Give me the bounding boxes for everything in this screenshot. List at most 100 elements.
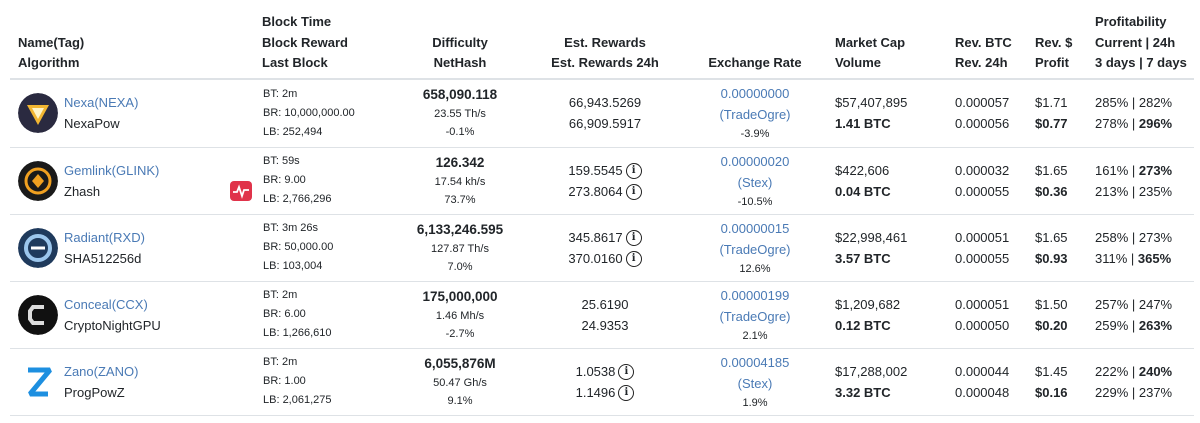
header-exchange[interactable]: Exchange Rate <box>680 8 830 80</box>
market-cell: $17,288,002 3.32 BTC <box>830 348 955 416</box>
difficulty-value: 6,055,876M <box>424 355 496 371</box>
rate-change: -3.9% <box>740 128 770 140</box>
header-revusd[interactable]: Rev. $ Profit <box>1035 8 1095 80</box>
coin-profitability-table: Name(Tag) Algorithm Block Time Block Rewar… <box>10 8 1194 416</box>
profitability-cell: 258% | 273% 311% | 365% <box>1095 214 1194 282</box>
est-reward: 1.0538 <box>575 363 616 379</box>
rev-usd: $1.45 <box>1035 363 1068 379</box>
coin-link[interactable]: Radiant(RXD) <box>64 227 250 248</box>
coin-row[interactable]: Nexa(NEXA) NexaPow BT: 2m BR: 10,000,000.… <box>10 78 1194 148</box>
difficulty-cell: 6,055,876M 50.47 Gh/s 9.1% <box>390 348 530 416</box>
nethash-value: 23.55 Th/s <box>434 108 486 120</box>
prof-24h: 282% <box>1138 95 1173 110</box>
zano-logo <box>20 363 56 400</box>
difficulty-cell: 6,133,246.595 127.87 Th/s 7.0% <box>390 214 530 282</box>
prof-7d: 237% <box>1138 384 1173 400</box>
coin-link[interactable]: Conceal(CCX) <box>64 294 250 315</box>
rewards-cell: 159.5545 i 273.8064 i <box>530 147 680 215</box>
algorithm-label: ProgPowZ <box>64 384 125 400</box>
rev-usd-cell: $1.65 $0.36 <box>1035 147 1095 215</box>
nexa-logo <box>18 92 58 133</box>
coin-name-cell: Zano(ZANO) ProgPowZ <box>10 348 250 416</box>
rev-usd-cell: $1.45 $0.16 <box>1035 348 1095 416</box>
info-icon[interactable]: i <box>625 163 642 180</box>
exchange-cell: 0.00000020 (Stex) -10.5% <box>680 147 830 215</box>
exchange-rate-link[interactable]: 0.00000015 <box>680 218 830 239</box>
block-reward: BR: 50,000.00 <box>263 241 334 253</box>
info-icon[interactable]: i <box>625 251 642 268</box>
difficulty-value: 175,000,000 <box>422 288 498 304</box>
exchange-rate-link[interactable]: 0.00004185 <box>680 352 830 373</box>
block-reward: BR: 6.00 <box>263 308 306 320</box>
market-cap: $1,209,682 <box>835 296 901 312</box>
algorithm-label: CryptoNightGPU <box>64 317 161 333</box>
coin-link[interactable]: Zano(ZANO) <box>64 361 250 382</box>
algorithm-label: Zhash <box>64 183 101 199</box>
last-block: LB: 1,266,610 <box>263 327 332 339</box>
profit-usd: $0.36 <box>1035 183 1068 199</box>
market-cell: $22,998,461 3.57 BTC <box>830 214 955 282</box>
rate-change: -10.5% <box>737 195 773 208</box>
coin-row[interactable]: Conceal(CCX) CryptoNightGPU BT: 2m BR: 6.… <box>10 281 1194 349</box>
exchange-name-link[interactable]: (TradeOgre) <box>680 104 830 125</box>
profit-usd: $0.77 <box>1035 116 1068 131</box>
volume: 3.57 BTC <box>835 250 891 266</box>
exchange-name-link[interactable]: (TradeOgre) <box>680 239 830 260</box>
est-reward-24h: 370.0160 <box>568 250 623 266</box>
info-icon[interactable]: i <box>618 364 635 381</box>
rev-btc-24h: 0.000056 <box>955 116 1010 131</box>
block-time: BT: 2m <box>263 289 298 301</box>
rev-btc-cell: 0.000051 0.000055 <box>955 214 1035 282</box>
info-icon[interactable]: i <box>625 230 642 247</box>
prof-3d: 278% <box>1095 116 1129 131</box>
volume: 0.12 BTC <box>835 317 891 333</box>
exchange-name-link[interactable]: (Stex) <box>680 373 830 394</box>
prof-current: 257% <box>1095 296 1129 312</box>
exchange-rate-link[interactable]: 0.00000020 <box>680 151 830 172</box>
coin-row[interactable]: Gemlink(GLINK) Zhash BT: 59s BR: 9.00 LB:… <box>10 147 1194 215</box>
block-time: BT: 3m 26s <box>263 222 319 234</box>
coin-link[interactable]: Gemlink(GLINK) <box>64 160 250 181</box>
difficulty-change: 73.7% <box>444 193 476 206</box>
coin-row[interactable]: Radiant(RXD) SHA512256d BT: 3m 26s BR: 50… <box>10 214 1194 282</box>
exchange-rate-link[interactable]: 0.00000199 <box>680 285 830 306</box>
prof-3d: 229% <box>1095 384 1129 400</box>
rev-btc-24h: 0.000050 <box>955 317 1010 333</box>
difficulty-value: 126.342 <box>435 154 485 170</box>
header-block[interactable]: Block Time Block Reward Last Block <box>250 8 390 80</box>
pulse-alert-icon[interactable] <box>230 180 252 201</box>
market-cap: $422,606 <box>835 162 890 178</box>
exchange-cell: 0.00004185 (Stex) 1.9% <box>680 348 830 416</box>
block-reward: BR: 1.00 <box>263 375 306 387</box>
coin-link[interactable]: Nexa(NEXA) <box>64 92 250 113</box>
info-icon[interactable]: i <box>625 184 642 201</box>
last-block: LB: 2,766,296 <box>263 193 332 205</box>
exchange-name-link[interactable]: (Stex) <box>680 172 830 193</box>
market-cell: $422,606 0.04 BTC <box>830 147 955 215</box>
info-icon[interactable]: i <box>618 385 635 402</box>
prof-7d: 235% <box>1138 183 1173 199</box>
coin-table-page: Name(Tag) Algorithm Block Time Block Rewar… <box>0 0 1200 423</box>
rev-usd: $1.71 <box>1035 95 1068 110</box>
header-difficulty[interactable]: Difficulty NetHash <box>390 8 530 80</box>
last-block: LB: 103,004 <box>263 260 323 272</box>
difficulty-cell: 658,090.118 23.55 Th/s -0.1% <box>390 78 530 148</box>
header-rewards[interactable]: Est. Rewards Est. Rewards 24h <box>530 8 680 80</box>
header-profitability[interactable]: Profitability Current | 24h 3 days | 7 day… <box>1095 8 1194 80</box>
difficulty-cell: 126.342 17.54 kh/s 73.7% <box>390 147 530 215</box>
block-reward: BR: 10,000,000.00 <box>263 106 355 119</box>
rev-usd: $1.65 <box>1035 229 1068 245</box>
header-market[interactable]: Market Cap Volume <box>830 8 955 80</box>
header-name[interactable]: Name(Tag) Algorithm <box>10 8 250 80</box>
market-cell: $57,407,895 1.41 BTC <box>830 78 955 148</box>
header-revbtc[interactable]: Rev. BTC Rev. 24h <box>955 8 1035 80</box>
coin-row[interactable]: Zano(ZANO) ProgPowZ BT: 2m BR: 1.00 LB: 2… <box>10 348 1194 416</box>
rev-btc-cell: 0.000051 0.000050 <box>955 281 1035 349</box>
difficulty-change: -0.1% <box>445 126 475 138</box>
exchange-rate-link[interactable]: 0.00000000 <box>680 83 830 104</box>
profitability-cell: 222% | 240% 229% | 237% <box>1095 348 1194 416</box>
exchange-name-link[interactable]: (TradeOgre) <box>680 306 830 327</box>
prof-24h: 247% <box>1138 296 1173 312</box>
volume: 0.04 BTC <box>835 183 891 199</box>
prof-current: 222% <box>1095 363 1129 379</box>
